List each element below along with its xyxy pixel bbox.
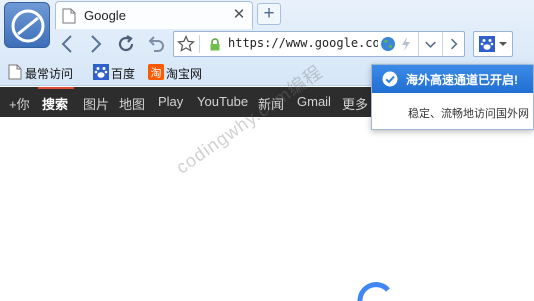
svg-text:淘: 淘 [151,67,162,80]
page-icon [8,64,22,80]
gbar-item-maps[interactable]: 地图 [119,94,145,113]
browser-logo-icon[interactable] [4,2,50,48]
bookmark-label: 淘宝网 [166,67,203,81]
search-engine-selector[interactable] [473,31,513,57]
gbar-item-youtube[interactable]: YouTube [197,94,248,109]
page-favicon-icon [62,8,76,24]
baidu-paw-icon [93,64,109,80]
forward-button[interactable] [84,33,106,55]
gbar-item-more[interactable]: 更多 [342,94,368,113]
popup-header: 海外高速通道已开启! [372,65,533,93]
notification-popup[interactable]: 海外高速通道已开启! 稳定、流畅地访问国外网 [371,64,534,130]
google-logo [357,282,390,301]
popup-message: 稳定、流畅地访问国外网 [408,108,529,120]
taobao-icon: 淘 [148,64,164,80]
baidu-paw-icon [479,36,495,52]
lightning-icon[interactable] [400,36,412,52]
gbar-item-images[interactable]: 图片 [83,94,109,113]
gbar-item-plus[interactable]: +你 [9,94,30,113]
undo-button[interactable] [145,33,167,55]
address-bar[interactable]: https://www.google.co [173,31,465,57]
active-indicator [38,87,74,89]
refresh-button[interactable] [115,33,137,55]
gbar-item-play[interactable]: Play [158,94,183,109]
url-text[interactable]: https://www.google.co [228,36,378,50]
chevron-down-icon [499,42,507,46]
bookmark-label: 最常访问 [25,67,74,81]
new-tab-button[interactable]: + [257,3,281,25]
chevron-down-icon[interactable] [418,32,442,56]
gbar-item-search[interactable]: 搜索 [42,94,68,113]
bookmark-label: 百度 [111,67,136,81]
lock-icon [210,38,220,51]
back-button[interactable] [57,33,79,55]
globe-icon[interactable] [380,36,396,52]
address-separator [199,35,200,53]
chevron-right-icon[interactable] [442,32,464,56]
tab-close-icon[interactable]: ✕ [231,7,247,23]
popup-title: 海外高速通道已开启! [406,73,518,87]
check-circle-icon [382,71,398,87]
browser-tab[interactable]: Google ✕ [55,1,253,29]
tab-title: Google [84,8,126,23]
star-icon[interactable] [177,35,195,53]
